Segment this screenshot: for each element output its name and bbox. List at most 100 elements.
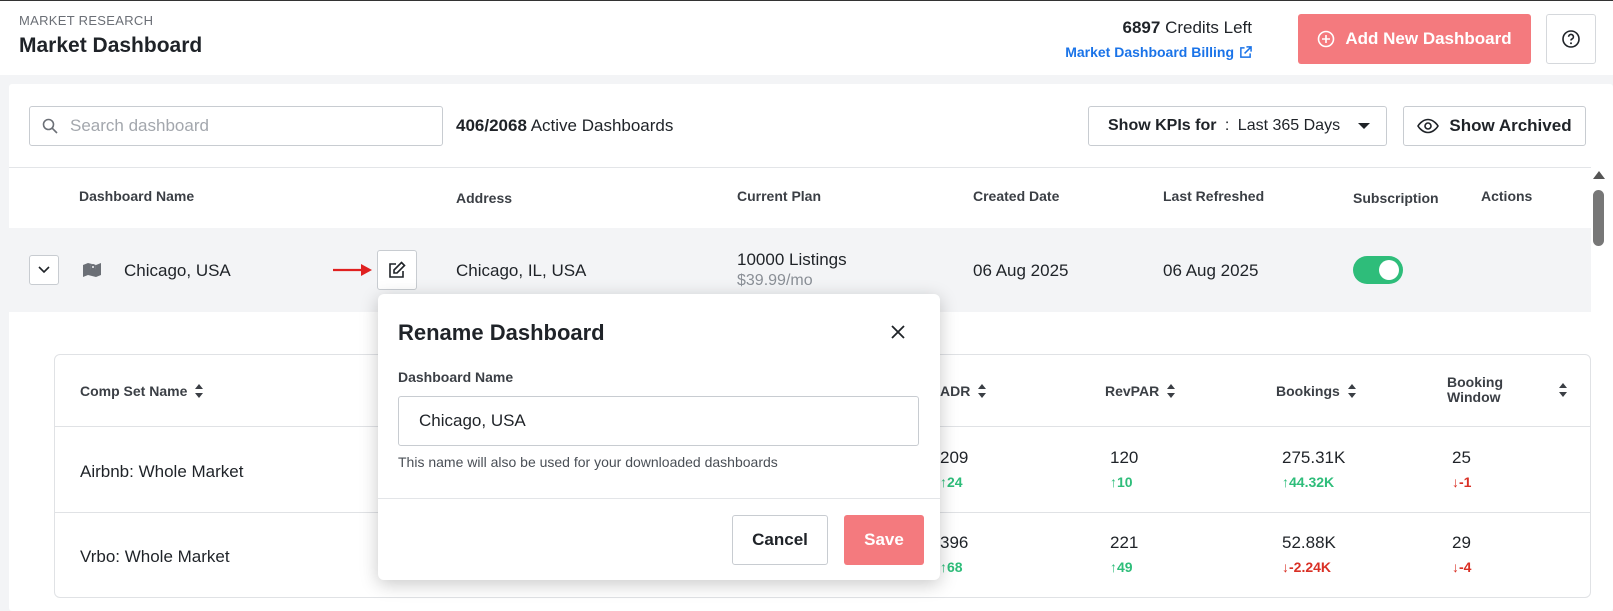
eye-icon bbox=[1417, 118, 1440, 134]
modal-title: Rename Dashboard bbox=[398, 320, 605, 345]
adr-delta-value: 68 bbox=[947, 559, 963, 575]
booking-window-delta-value: -4 bbox=[1459, 559, 1472, 575]
active-count-label: Active Dashboards bbox=[526, 116, 674, 135]
col-bookings-label: Bookings bbox=[1276, 383, 1340, 399]
plan-price: $39.99/mo bbox=[737, 272, 813, 289]
last-refreshed-date: 06 Aug 2025 bbox=[1163, 261, 1259, 280]
kpi-value: Last 365 Days bbox=[1237, 117, 1341, 134]
col-actions: Actions bbox=[1481, 188, 1533, 204]
comp-set-name: Vrbo: Whole Market bbox=[80, 547, 230, 566]
scroll-up-arrow[interactable] bbox=[1593, 171, 1605, 179]
bookings-delta-value: 44.32K bbox=[1289, 474, 1335, 490]
header-kicker: MARKET RESEARCH bbox=[19, 13, 154, 28]
close-button[interactable] bbox=[886, 320, 910, 344]
dashboard-name: Chicago, USA bbox=[124, 261, 231, 280]
chevron-down-icon bbox=[38, 266, 50, 274]
map-icon bbox=[83, 263, 101, 277]
booking-window-delta: ↓-1 bbox=[1452, 474, 1472, 490]
sort-icon bbox=[1167, 384, 1176, 398]
revpar-delta: ↑10 bbox=[1110, 474, 1133, 490]
help-button[interactable] bbox=[1546, 14, 1596, 64]
search-input[interactable] bbox=[70, 116, 410, 136]
col-last-refreshed: Last Refreshed bbox=[1163, 188, 1265, 204]
sort-icon bbox=[978, 384, 987, 398]
col-address: Address bbox=[456, 190, 513, 206]
col-bookings[interactable]: Bookings bbox=[1276, 383, 1356, 399]
dashboard-address: Chicago, IL, USA bbox=[456, 261, 587, 280]
add-new-dashboard-button[interactable]: Add New Dashboard bbox=[1298, 14, 1531, 64]
booking-window-delta: ↓-4 bbox=[1452, 559, 1472, 575]
plus-circle-icon bbox=[1318, 30, 1335, 48]
credits-left: 6897 Credits Left bbox=[1123, 18, 1252, 38]
revpar-delta: ↑49 bbox=[1110, 559, 1133, 575]
plan-listings: 10000 Listings bbox=[737, 250, 847, 269]
bookings-delta-value: -2.24K bbox=[1289, 559, 1332, 575]
save-button[interactable]: Save bbox=[844, 515, 924, 565]
help-icon bbox=[1562, 30, 1580, 48]
col-revpar-label: RevPAR bbox=[1105, 383, 1160, 399]
kpi-period-select[interactable]: Show KPIs for : Last 365 Days bbox=[1088, 106, 1387, 146]
page-title: Market Dashboard bbox=[19, 34, 203, 57]
search-box[interactable] bbox=[29, 106, 443, 146]
revpar-delta-value: 49 bbox=[1117, 559, 1133, 575]
modal-footer-divider bbox=[378, 498, 940, 499]
active-count-value: 406/2068 bbox=[456, 116, 527, 135]
kpi-label: Show KPIs for bbox=[1108, 117, 1217, 134]
kpi-separator: : bbox=[1220, 117, 1234, 134]
arrow-right-icon bbox=[333, 264, 372, 276]
bookings-value: 275.31K bbox=[1282, 448, 1346, 467]
rename-button[interactable] bbox=[377, 250, 417, 290]
credits-count: 6897 bbox=[1122, 18, 1161, 37]
bookings-delta: ↓-2.24K bbox=[1282, 559, 1332, 575]
adr-delta: ↑68 bbox=[940, 559, 963, 575]
add-new-dashboard-label: Add New Dashboard bbox=[1345, 29, 1512, 48]
active-dashboards-count: 406/2068 Active Dashboards bbox=[456, 116, 673, 136]
col-current-plan: Current Plan bbox=[737, 188, 822, 204]
show-archived-label: Show Archived bbox=[1449, 116, 1572, 135]
edit-icon bbox=[389, 261, 406, 278]
booking-window-value: 25 bbox=[1452, 448, 1471, 467]
close-icon bbox=[891, 325, 905, 339]
toolbar-divider bbox=[9, 167, 1591, 168]
booking-window-value: 29 bbox=[1452, 533, 1471, 552]
external-link-icon bbox=[1240, 45, 1252, 58]
created-date: 06 Aug 2025 bbox=[973, 261, 1069, 280]
credits-label: Credits Left bbox=[1160, 18, 1252, 37]
col-created-date: Created Date bbox=[973, 188, 1060, 204]
col-revpar[interactable]: RevPAR bbox=[1105, 383, 1176, 399]
adr-delta-value: 24 bbox=[947, 474, 963, 490]
subscription-toggle[interactable] bbox=[1353, 256, 1403, 284]
dashboard-name-help: This name will also be used for your dow… bbox=[398, 454, 778, 470]
col-subscription: Subscription bbox=[1353, 190, 1439, 206]
show-archived-button[interactable]: Show Archived bbox=[1403, 106, 1586, 146]
col-booking-window[interactable]: Booking Window bbox=[1447, 375, 1567, 405]
col-comp-set-name[interactable]: Comp Set Name bbox=[80, 383, 204, 399]
dashboard-name-input[interactable] bbox=[398, 396, 919, 446]
col-adr-label: ADR bbox=[940, 383, 971, 399]
col-comp-set-name-label: Comp Set Name bbox=[80, 383, 188, 399]
col-booking-window-label: Booking Window bbox=[1447, 374, 1503, 405]
search-icon bbox=[42, 118, 58, 134]
sort-icon bbox=[195, 384, 204, 398]
booking-window-delta-value: -1 bbox=[1459, 474, 1472, 490]
scrollbar-thumb[interactable] bbox=[1593, 190, 1604, 246]
col-adr[interactable]: ADR bbox=[940, 383, 987, 399]
billing-link-label: Market Dashboard Billing bbox=[1065, 44, 1234, 60]
revpar-delta-value: 10 bbox=[1117, 474, 1133, 490]
adr-value: 209 bbox=[940, 448, 969, 467]
sort-icon bbox=[1559, 383, 1567, 397]
sort-icon bbox=[1347, 384, 1356, 398]
adr-delta: ↑24 bbox=[940, 474, 963, 490]
billing-link[interactable]: Market Dashboard Billing bbox=[1065, 44, 1252, 60]
expand-row-button[interactable] bbox=[29, 255, 59, 285]
caret-down-icon bbox=[1358, 123, 1371, 129]
revpar-value: 120 bbox=[1110, 448, 1139, 467]
col-dashboard-name: Dashboard Name bbox=[79, 188, 195, 204]
rename-dashboard-modal: Rename Dashboard Dashboard Name This nam… bbox=[378, 294, 940, 580]
bookings-delta: ↑44.32K bbox=[1282, 474, 1335, 490]
cancel-button[interactable]: Cancel bbox=[732, 515, 828, 565]
comp-set-name: Airbnb: Whole Market bbox=[80, 462, 244, 481]
app-header: MARKET RESEARCH Market Dashboard 6897 Cr… bbox=[0, 0, 1613, 75]
revpar-value: 221 bbox=[1110, 533, 1139, 552]
dashboard-name-label: Dashboard Name bbox=[398, 369, 514, 385]
